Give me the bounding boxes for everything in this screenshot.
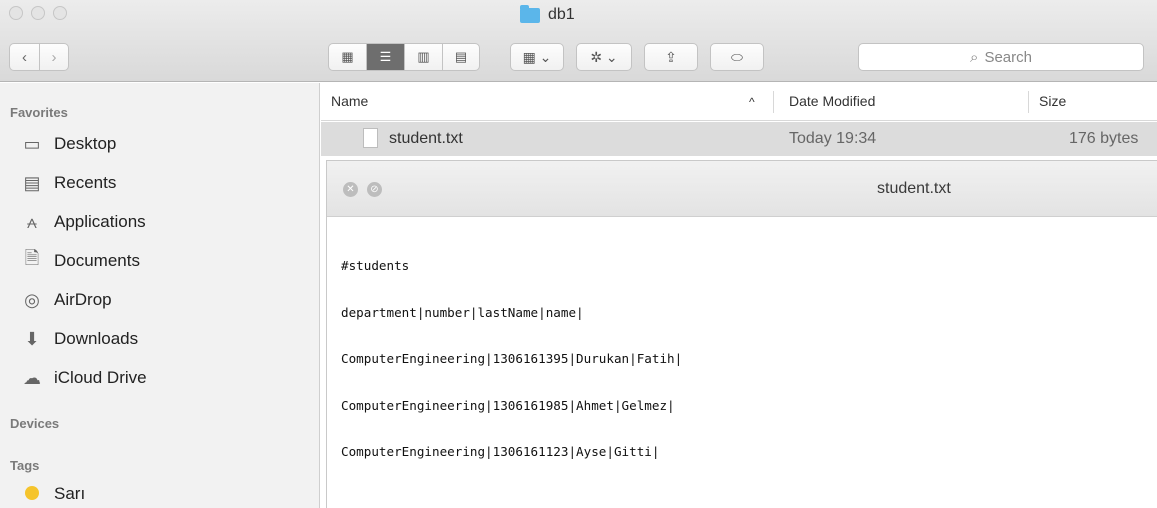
minimize-window-button[interactable] xyxy=(31,6,45,20)
file-list-header: Name ^ Date Modified Size xyxy=(321,83,1157,121)
sidebar-item-icloud-drive[interactable]: ☁ iCloud Drive xyxy=(20,364,147,392)
window-title: db1 xyxy=(520,2,575,28)
size-column-header[interactable]: Size xyxy=(1039,93,1066,109)
list-view-button[interactable]: ☰ xyxy=(366,43,404,71)
file-date: Today 19:34 xyxy=(789,130,877,147)
file-name: student.txt xyxy=(389,130,463,147)
devices-header: Devices xyxy=(10,416,60,431)
content-line: #students xyxy=(341,258,410,273)
sidebar-item-label: Desktop xyxy=(54,134,117,153)
sidebar-item-airdrop[interactable]: ◎ AirDrop xyxy=(20,286,112,314)
sidebar-item-label: Sarı xyxy=(54,484,86,503)
cover-flow-button[interactable]: ▤ xyxy=(442,43,480,71)
column-divider xyxy=(1028,91,1029,113)
cloud-icon: ☁ xyxy=(23,367,41,388)
view-mode-buttons: ▦ ☰ ▥ ▤ xyxy=(328,43,480,71)
desktop-icon: ▭ xyxy=(23,133,41,154)
window-title-text: db1 xyxy=(548,6,575,23)
zoom-window-button[interactable] xyxy=(53,6,67,20)
search-placeholder: Search xyxy=(984,48,1032,66)
sidebar-item-desktop[interactable]: ▭ Desktop xyxy=(20,130,116,158)
tag-button[interactable]: ⬭ xyxy=(710,43,764,71)
applications-icon: ⩜ xyxy=(26,211,38,232)
text-file-icon xyxy=(363,128,378,148)
downloads-icon: ⬇ xyxy=(24,328,40,349)
sidebar-item-label: Downloads xyxy=(54,329,139,348)
share-button[interactable]: ⇪ xyxy=(644,43,698,71)
window-controls xyxy=(9,6,67,20)
content-line: department|number|lastName|name| xyxy=(341,304,584,320)
airdrop-icon: ◎ xyxy=(24,289,40,310)
content-line: ComputerEngineering|1306161395|Durukan|F… xyxy=(341,351,683,366)
sidebar-item-label: Applications xyxy=(54,212,146,231)
forward-button[interactable]: › xyxy=(39,43,69,71)
content-line: ComputerEngineering|1306161985|Ahmet|Gel… xyxy=(341,397,675,413)
sidebar-item-applications[interactable]: ⩜ Applications xyxy=(20,208,146,236)
tag-dot-icon xyxy=(20,484,44,505)
table-row[interactable]: student.txt Today 19:34 176 bytes xyxy=(321,122,1157,156)
tags-header: Tags xyxy=(10,458,40,473)
quicklook-panel: ✕ ⊘ student.txt #students department|num… xyxy=(326,160,1157,508)
file-content-text: #students department|number|lastName|nam… xyxy=(341,227,1141,491)
arrange-button[interactable]: ▦ ⌄ xyxy=(510,43,564,71)
sidebar-item-label: Documents xyxy=(54,251,140,270)
sidebar-item-downloads[interactable]: ⬇ Downloads xyxy=(20,325,138,353)
favorites-header: Favorites xyxy=(10,105,68,120)
content-line: ComputerEngineering|1306161123|Ayse|Gitt… xyxy=(341,444,660,459)
sidebar: Favorites ▭ Desktop ▤ Recents ⩜ Applicat… xyxy=(0,83,320,508)
quicklook-fullscreen-icon[interactable]: ⊘ xyxy=(367,182,382,197)
sidebar-item-label: AirDrop xyxy=(54,290,112,309)
action-gear-button[interactable]: ✲ ⌄ xyxy=(576,43,632,71)
back-button[interactable]: ‹ xyxy=(9,43,39,71)
quicklook-title: student.txt xyxy=(877,180,951,197)
column-view-button[interactable]: ▥ xyxy=(404,43,442,71)
recents-icon: ▤ xyxy=(23,172,41,193)
sidebar-item-documents[interactable]: 🗎 Documents xyxy=(20,247,140,275)
file-size: 176 bytes xyxy=(1069,130,1139,147)
quicklook-titlebar: ✕ ⊘ student.txt xyxy=(327,161,1157,217)
window-toolbar: db1 ‹ › ▦ ☰ ▥ ▤ ▦ ⌄ ✲ ⌄ ⇪ ⬭ ⌕ Search xyxy=(0,0,1157,82)
sidebar-item-label: Recents xyxy=(54,173,117,192)
search-field[interactable]: ⌕ Search xyxy=(858,43,1144,71)
icon-view-button[interactable]: ▦ xyxy=(328,43,366,71)
search-icon: ⌕ xyxy=(970,48,979,66)
sort-indicator-icon: ^ xyxy=(749,95,755,109)
folder-icon xyxy=(520,4,540,23)
documents-icon: 🗎 xyxy=(24,248,40,268)
close-window-button[interactable] xyxy=(9,6,23,20)
name-column-header[interactable]: Name xyxy=(331,93,368,109)
quicklook-close-icon[interactable]: ✕ xyxy=(343,182,358,197)
navigation-buttons: ‹ › xyxy=(9,43,69,71)
column-divider xyxy=(773,91,774,113)
sidebar-item-label: iCloud Drive xyxy=(54,368,147,387)
sidebar-item-recents[interactable]: ▤ Recents xyxy=(20,169,116,197)
date-modified-column-header[interactable]: Date Modified xyxy=(789,93,875,109)
sidebar-item-tag[interactable]: Sarı xyxy=(20,480,85,508)
